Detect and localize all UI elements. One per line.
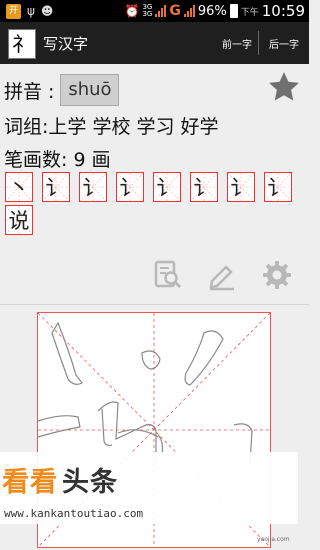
battery-icon xyxy=(229,4,238,18)
signal-icon xyxy=(155,5,167,17)
stroke-step-char: 讠 xyxy=(82,176,104,200)
prev-char-button[interactable]: 前一字 xyxy=(222,36,252,51)
clock: 10:59 xyxy=(261,2,305,20)
battery-percent: 96% xyxy=(197,3,227,19)
stroke-step-char: 讠 xyxy=(267,176,289,200)
character-outline xyxy=(38,321,253,464)
nav-divider xyxy=(258,31,259,55)
stroke-step-cell: 讠 xyxy=(227,172,255,202)
network-type: 3G 3G xyxy=(142,3,153,18)
words-list: 上学 学校 学习 好学 xyxy=(48,116,219,138)
stroke-step-char: 讠 xyxy=(119,176,141,200)
stroke-step-cell: 讠 xyxy=(116,172,144,202)
watermark-url: www.kankantoutiao.com xyxy=(4,507,144,520)
section-divider xyxy=(0,304,309,305)
stroke-step-cell: 讠 xyxy=(79,172,107,202)
notification-app-icon: 开 xyxy=(6,3,21,19)
alarm-icon: ⏰ xyxy=(124,4,140,18)
stroke-step-cell: 说 xyxy=(5,205,33,235)
stroke-step-char: 讠 xyxy=(156,176,178,200)
gear-icon[interactable] xyxy=(261,259,293,291)
stroke-step-char: 丶 xyxy=(8,176,30,200)
signal-icon-2 xyxy=(183,5,195,17)
action-bar: 礻 写汉字 前一字 后一字 xyxy=(0,22,309,64)
watermark-brand-orange: 看看 xyxy=(2,467,58,498)
stroke-step-char: 讠 xyxy=(230,176,252,200)
watermark-brand: 看看 头条 xyxy=(2,460,118,499)
watermark-brand-dark: 头条 xyxy=(62,467,118,498)
stroke-step-char: 讠 xyxy=(45,176,67,200)
network-label: G xyxy=(169,3,181,19)
app-title: 写汉字 xyxy=(43,35,89,53)
android-icon: ☻ xyxy=(40,4,54,18)
words-row: 词组:上学 学校 学习 好学 xyxy=(4,112,219,139)
status-bar: 开 ψ ☻ ⏰ 3G 3G G 96% 下午 10:59 xyxy=(0,0,309,22)
words-label: 词组: xyxy=(4,116,49,138)
stroke-step-cell: 讠 xyxy=(153,172,181,202)
app-logo-icon: 礻 xyxy=(8,29,36,59)
stroke-step-cell: 丶 xyxy=(5,172,33,202)
pinyin-play-button[interactable]: shuō xyxy=(60,74,120,106)
stroke-step-cell: 讠 xyxy=(42,172,70,202)
stroke-step-cell: 讠 xyxy=(264,172,292,202)
search-doc-icon[interactable] xyxy=(152,259,184,291)
watermark-small: yoojia.com xyxy=(257,536,290,543)
pinyin-row: 拼音 : shuō xyxy=(4,74,120,106)
pinyin-label: 拼音 : xyxy=(4,80,55,103)
favorite-star-icon[interactable] xyxy=(267,70,301,104)
stroke-step-cell: 讠 xyxy=(190,172,218,202)
next-char-button[interactable]: 后一字 xyxy=(269,36,299,51)
stroke-step-char: 讠 xyxy=(193,176,215,200)
pencil-icon[interactable] xyxy=(206,259,238,291)
ampm: 下午 xyxy=(240,7,259,18)
stroke-step-char: 说 xyxy=(8,209,30,233)
watermark-banner: 看看 头条 www.kankantoutiao.com xyxy=(0,452,298,524)
stroke-count: 笔画数: 9 画 xyxy=(4,149,111,171)
usb-icon: ψ xyxy=(27,4,35,18)
